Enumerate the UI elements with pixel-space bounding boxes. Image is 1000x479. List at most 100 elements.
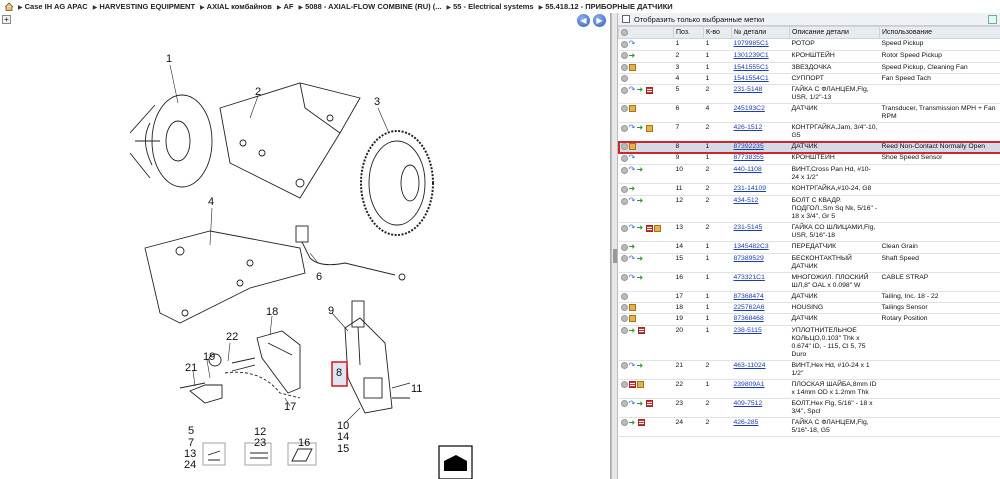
table-row[interactable]: 19 1 87368468 ДАТЧИК Rotary Position [618,313,1000,326]
info-arrow-icon[interactable]: ↷ [629,124,636,132]
callout-number[interactable]: 8 [336,367,342,379]
table-row[interactable]: ↷➜ 13 2 231-5145 ГАЙКА СО ШЛИЦАМИ,Flg, USR, … [618,222,1000,243]
column-header[interactable] [618,26,674,39]
row-part-number[interactable]: 1541554C1 [731,73,790,86]
callout-number[interactable]: 5 [188,425,194,437]
add-to-cart-icon[interactable]: ➜ [637,86,645,94]
row-part-number-text[interactable]: 1979985C1 [734,40,769,47]
add-to-cart-icon[interactable]: ➜ [629,185,637,193]
row-part-number[interactable]: 87392235 [731,141,790,154]
add-to-cart-icon[interactable]: ➜ [637,124,645,132]
table-row[interactable]: ➜ 2 1 1301239C1 КРОНШТЕЙН Rotor Speed Pickup [618,50,1000,63]
note-icon[interactable] [645,86,653,94]
info-arrow-icon[interactable]: ↷ [629,86,636,94]
row-part-number[interactable]: 87368468 [731,313,790,326]
table-row[interactable]: ➜ 24 2 426-285 ГАЙКА С ФЛАНЦЕМ,Flg, 5/16"-18… [618,417,1000,437]
add-to-cart-icon[interactable]: ➜ [629,326,637,335]
info-arrow-icon[interactable]: ↷ [629,197,636,205]
breadcrumb-item[interactable]: ▶ Case IH AG APAC [18,2,88,11]
row-expand-icon[interactable] [620,185,628,193]
row-part-number-text[interactable]: 426-1512 [734,124,763,131]
callout-number[interactable]: 6 [316,271,322,283]
row-part-number[interactable]: 231-14109 [731,183,790,197]
callout-number[interactable]: 2 [255,86,261,98]
row-part-number-text[interactable]: 225762A6 [734,304,765,311]
package-icon[interactable] [653,224,661,232]
row-part-number[interactable]: 238-5115 [731,325,790,361]
add-to-cart-icon[interactable]: ➜ [637,399,645,408]
row-expand-icon[interactable] [620,224,628,232]
add-to-cart-icon[interactable]: ➜ [629,418,637,427]
row-part-number-text[interactable]: 87738355 [734,154,764,161]
row-part-number[interactable]: 409-7512 [731,398,790,418]
row-expand-icon[interactable] [620,419,628,427]
table-row[interactable]: ↷➜ 7 2 426-1512 КОНТРГАЙКА,Jam, 3/4"-10, G5 [618,122,1000,143]
row-expand-icon[interactable] [620,40,628,48]
callout-number[interactable]: 11 [411,383,422,395]
row-expand-icon[interactable] [620,197,628,205]
export-icon[interactable] [988,14,997,24]
row-expand-icon[interactable] [620,124,628,132]
row-part-number-text[interactable]: 409-7512 [734,400,763,407]
exploded-diagram[interactable]: + ◀ ▶ 1 2 3 4 6 18 9 22 19 21 17 8 11 10… [0,13,611,479]
breadcrumb-item[interactable]: ▶ AXIAL комбайнов [200,2,272,11]
row-part-number-text[interactable]: 231-5145 [734,224,763,231]
row-expand-icon[interactable] [620,143,628,151]
breadcrumb-item[interactable]: ▶ HARVESTING EQUIPMENT [93,2,195,11]
table-row[interactable]: 22 1 239809A1 ПЛОСКАЯ ШАЙБА,8mm ID x 14mm O… [618,379,1000,399]
add-to-cart-icon[interactable]: ➜ [637,273,645,282]
callout-number[interactable]: 23 [254,437,266,449]
row-part-number[interactable]: 473321C1 [731,272,790,292]
breadcrumb-item[interactable]: ▶ 55 - Electrical systems [446,2,533,11]
row-expand-icon[interactable] [620,243,628,251]
row-part-number-text[interactable]: 1301239C1 [734,52,769,59]
row-part-number[interactable]: 231-5145 [731,222,790,243]
row-part-number-text[interactable]: 87392235 [734,143,764,150]
row-expand-icon[interactable] [620,86,628,94]
row-part-number[interactable]: 87368474 [731,291,790,304]
row-expand-icon[interactable] [620,166,628,174]
home-icon[interactable] [4,2,14,11]
table-row[interactable]: ↷➜ 10 2 440-1108 ВИНТ,Cross Pan Hd, #10-24 x… [618,164,1000,185]
callout-number[interactable]: 16 [298,437,310,449]
row-expand-icon[interactable] [620,52,628,60]
row-expand-icon[interactable] [620,255,628,263]
row-part-number[interactable]: 87738355 [731,152,790,166]
table-row[interactable]: 3 1 1541555C1 ЗВЕЗДОЧКА Speed Pickup, Cleani… [618,62,1000,74]
breadcrumb-item[interactable]: ▶ AF [277,2,294,11]
row-expand-icon[interactable] [620,274,628,282]
row-part-number[interactable]: 1541555C1 [731,62,790,74]
note-icon[interactable] [645,400,653,408]
row-part-number[interactable]: 225762A6 [731,302,790,315]
column-header[interactable]: Поз. [673,26,704,39]
row-part-number[interactable]: 231-5148 [731,84,790,105]
info-arrow-icon[interactable]: ↷ [629,254,636,263]
table-row[interactable]: ↷➜ 16 1 473321C1 МНОГОЖИЛ. ПЛОСКИЙ ШЛ,8" OAL… [618,272,1000,292]
column-header[interactable]: № детали [731,26,790,39]
breadcrumb-item[interactable]: ▶ 5088 - AXIAL-FLOW COMBINE (RU) (... [298,2,441,11]
row-part-number-text[interactable]: 231-14109 [734,185,767,192]
row-expand-icon[interactable] [620,63,628,71]
add-to-cart-icon[interactable]: ➜ [637,224,645,232]
row-part-number-text[interactable]: 231-5148 [734,86,763,93]
callout-number[interactable]: 24 [184,459,196,471]
row-part-number-text[interactable]: 440-1108 [734,166,762,173]
row-part-number[interactable]: 87389529 [731,253,790,273]
table-row[interactable]: 4 1 1541554C1 СУППОРТ Fan Speed Tach [618,73,1000,86]
row-part-number[interactable]: 463-11024 [731,360,790,380]
callout-number[interactable]: 4 [208,196,214,208]
add-to-cart-icon[interactable]: ➜ [637,361,645,370]
table-row[interactable]: ➜ 20 1 238-5115 УПЛОТНИТЕЛЬНОЕ КОЛЬЦО,0.103"… [618,325,1000,361]
note-icon[interactable] [645,224,653,232]
column-header[interactable]: Описание детали [789,26,880,39]
table-row[interactable]: ➜ 11 2 231-14109 КОНТРГАЙКА,#10-24, G8 [618,183,1000,197]
add-to-cart-icon[interactable]: ➜ [629,51,637,60]
expand-all-icon[interactable] [621,28,628,36]
row-part-number-text[interactable]: 426-285 [734,419,759,426]
add-to-cart-icon[interactable]: ➜ [637,254,645,263]
row-part-number-text[interactable]: 87368474 [734,293,764,300]
package-icon[interactable] [645,124,653,132]
callout-number[interactable]: 1 [166,53,172,65]
callout-number[interactable]: 22 [226,331,238,343]
breadcrumb-item[interactable]: ▶ 55.418.12 - ПРИБОРНЫЕ ДАТЧИКИ [539,2,673,11]
